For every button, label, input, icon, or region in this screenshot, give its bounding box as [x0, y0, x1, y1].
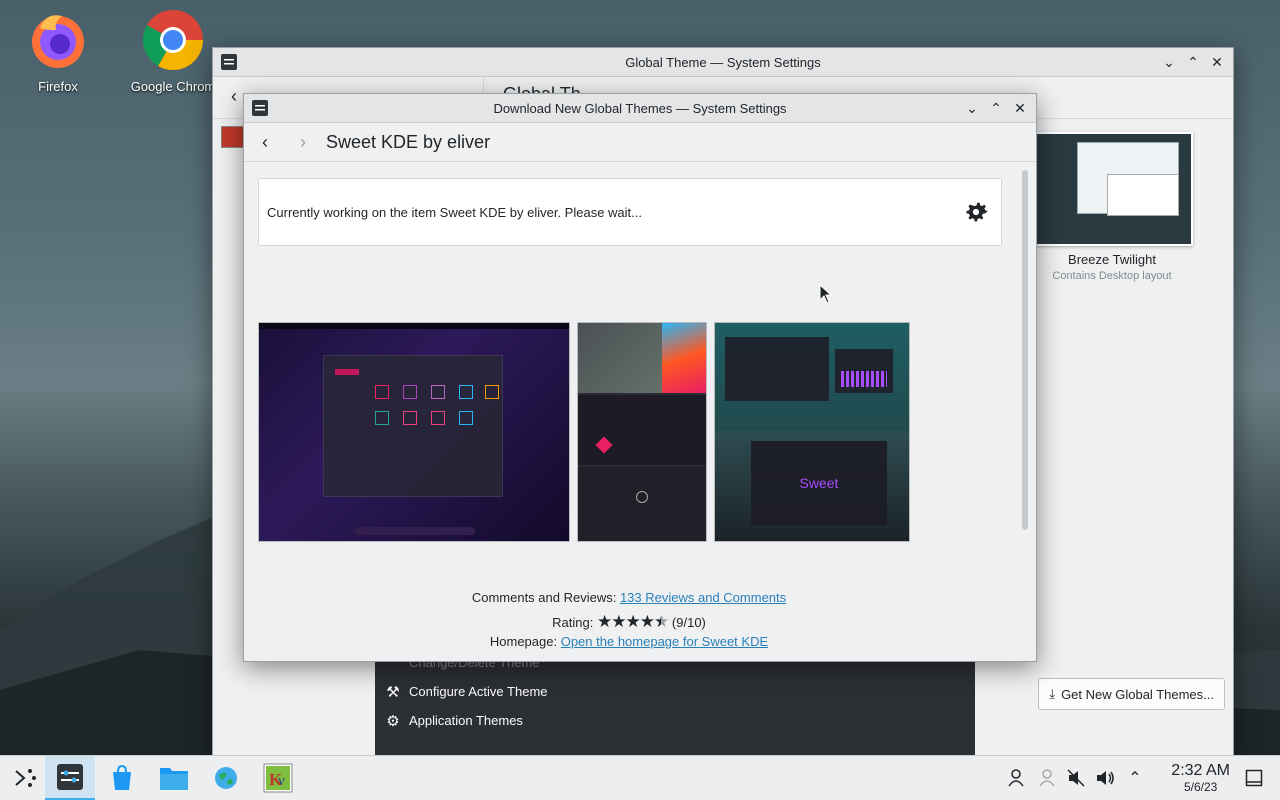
chrome-icon: [142, 10, 203, 71]
user-icon[interactable]: [1006, 768, 1026, 788]
kvantum-icon: Kv: [263, 763, 293, 793]
download-icon: ⤓: [1049, 686, 1056, 701]
desktop-icon-label: Google Chrom: [130, 79, 216, 94]
close-button[interactable]: ✕: [1010, 98, 1030, 118]
launcher-icon: [15, 769, 36, 787]
firefox-icon: [32, 15, 84, 68]
get-new-global-themes-button[interactable]: ⤓ Get New Global Themes...: [1038, 678, 1225, 710]
rating-label: Rating:: [552, 615, 594, 630]
theme-card-name: Breeze Twilight: [1068, 252, 1156, 267]
theme-screenshot-2[interactable]: [577, 322, 707, 542]
user-switch-icon[interactable]: [1037, 768, 1057, 788]
mouse-cursor-icon: [819, 284, 833, 304]
clock[interactable]: 2:32 AM 5/6/23: [1171, 762, 1230, 794]
task-kvantum[interactable]: Kv: [253, 756, 303, 800]
discover-icon: [113, 764, 131, 790]
rating-row: Rating: ★★★★★ (9/10): [244, 612, 1014, 632]
window-title: Global Theme — System Settings: [625, 54, 821, 70]
task-system-settings[interactable]: [45, 756, 95, 800]
star-icon: ★: [596, 612, 612, 631]
configure-active-theme-item[interactable]: ⚒ Configure Active Theme: [375, 677, 975, 706]
gear-icon: ⚙: [386, 712, 400, 730]
comments-row: Comments and Reviews: 133 Reviews and Co…: [244, 590, 1014, 605]
task-browser[interactable]: [201, 756, 251, 800]
desktop-icon-chrome[interactable]: Google Chrom: [128, 8, 218, 94]
clock-date: 5/6/23: [1183, 780, 1218, 794]
wrench-icon: ⚒: [386, 683, 400, 701]
system-settings-icon: [57, 764, 83, 790]
scrollbar[interactable]: [1022, 170, 1028, 530]
star-icon: ★: [611, 612, 626, 631]
back-arrow-icon[interactable]: ‹: [250, 127, 280, 157]
dialog-title: Download New Global Themes — System Sett…: [493, 100, 787, 116]
maximize-button[interactable]: ⌃: [986, 98, 1006, 118]
status-message-box: Currently working on the item Sweet KDE …: [258, 178, 1002, 246]
menu-item-label: Configure Active Theme: [409, 684, 548, 699]
task-discover[interactable]: [97, 756, 147, 800]
desktop-icon-label: Firefox: [38, 79, 78, 94]
close-button[interactable]: ✕: [1207, 52, 1227, 72]
application-themes-item[interactable]: ⚙ Application Themes: [375, 706, 975, 735]
minimize-button[interactable]: ⌄: [1159, 52, 1179, 72]
folder-icon: [160, 768, 188, 790]
busy-gear-icon: [966, 202, 988, 222]
theme-card-subtitle: Contains Desktop layout: [1052, 270, 1172, 282]
rating-text: (9/10): [671, 615, 706, 630]
item-heading: Sweet KDE by eliver: [326, 131, 491, 152]
chevron-up-icon[interactable]: ⌃: [1125, 768, 1145, 788]
sweet-label: Sweet: [799, 475, 839, 491]
forward-arrow-icon[interactable]: ›: [288, 127, 318, 157]
maximize-button[interactable]: ⌃: [1183, 52, 1203, 72]
volume-icon[interactable]: [1096, 768, 1116, 788]
star-icon: ★: [625, 612, 640, 631]
comments-label: Comments and Reviews:: [471, 590, 617, 605]
rating-stars: ★★★★★: [597, 612, 672, 631]
dialog-nav-row: ‹ › Sweet KDE by eliver: [244, 123, 1036, 162]
menu-item-label: Application Themes: [409, 713, 523, 728]
download-themes-dialog: Download New Global Themes — System Sett…: [243, 93, 1037, 662]
sidebar-item-icon[interactable]: [221, 126, 245, 148]
application-launcher[interactable]: [0, 756, 50, 800]
theme-actions-list: Change/Delete Theme ⚒ Configure Active Th…: [375, 648, 975, 756]
desktop-icon-firefox[interactable]: Firefox: [13, 8, 103, 94]
homepage-row: Homepage: Open the homepage for Sweet KD…: [244, 634, 1014, 649]
titlebar: Download New Global Themes — System Sett…: [244, 94, 1036, 123]
svg-text:v: v: [278, 773, 285, 789]
homepage-label: Homepage:: [489, 634, 558, 649]
status-message: Currently working on the item Sweet KDE …: [267, 205, 642, 220]
homepage-link[interactable]: Open the homepage for Sweet KDE: [561, 634, 768, 649]
clock-time: 2:32 AM: [1171, 762, 1230, 779]
theme-screenshot-3[interactable]: Sweet: [714, 322, 910, 542]
get-new-label: Get New Global Themes...: [1061, 686, 1214, 702]
minimize-button[interactable]: ⌄: [962, 98, 982, 118]
dialog-content: Currently working on the item Sweet KDE …: [244, 162, 1034, 659]
task-file-manager[interactable]: [149, 756, 199, 800]
half-star-icon: ★: [653, 612, 669, 631]
globe-icon: [215, 767, 237, 789]
taskbar: Kv ⌃ 2:32 AM 5/6/23: [0, 755, 1280, 800]
star-icon: ★: [639, 612, 655, 631]
theme-screenshot-1[interactable]: [258, 322, 570, 542]
show-desktop-icon[interactable]: [1244, 768, 1264, 788]
titlebar: Global Theme — System Settings ⌄ ⌃ ✕: [213, 48, 1233, 77]
comments-link[interactable]: 133 Reviews and Comments: [620, 590, 786, 605]
theme-card-preview[interactable]: [1035, 132, 1193, 246]
microphone-muted-icon[interactable]: [1066, 768, 1086, 788]
